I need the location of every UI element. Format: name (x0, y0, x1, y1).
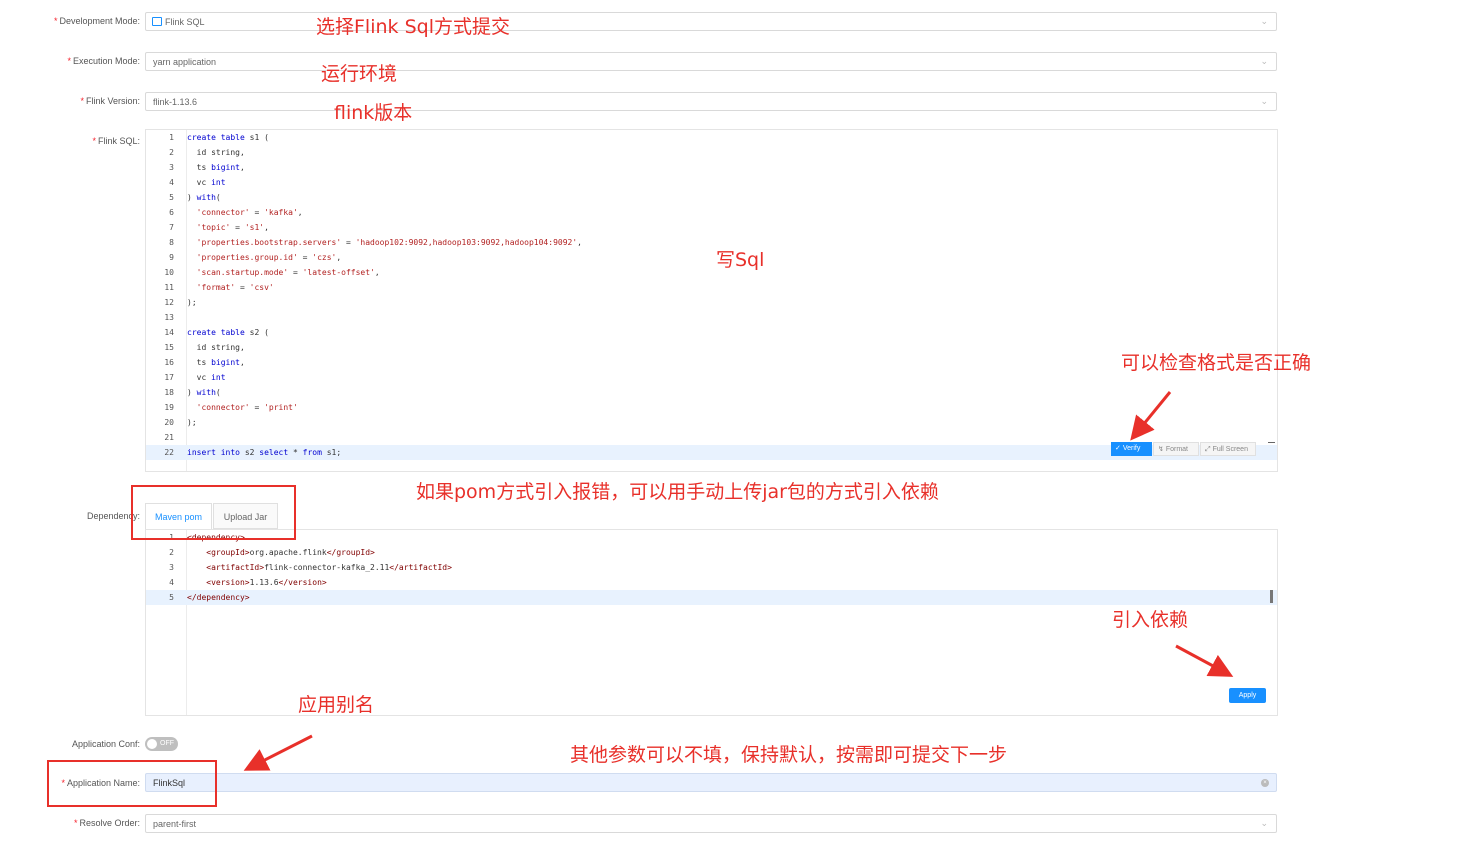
arrow-to-verify (1130, 391, 1172, 441)
arrow-to-apply (1175, 644, 1234, 677)
arrow-to-app-name (243, 734, 313, 771)
annotation-arrows (243, 391, 1234, 771)
